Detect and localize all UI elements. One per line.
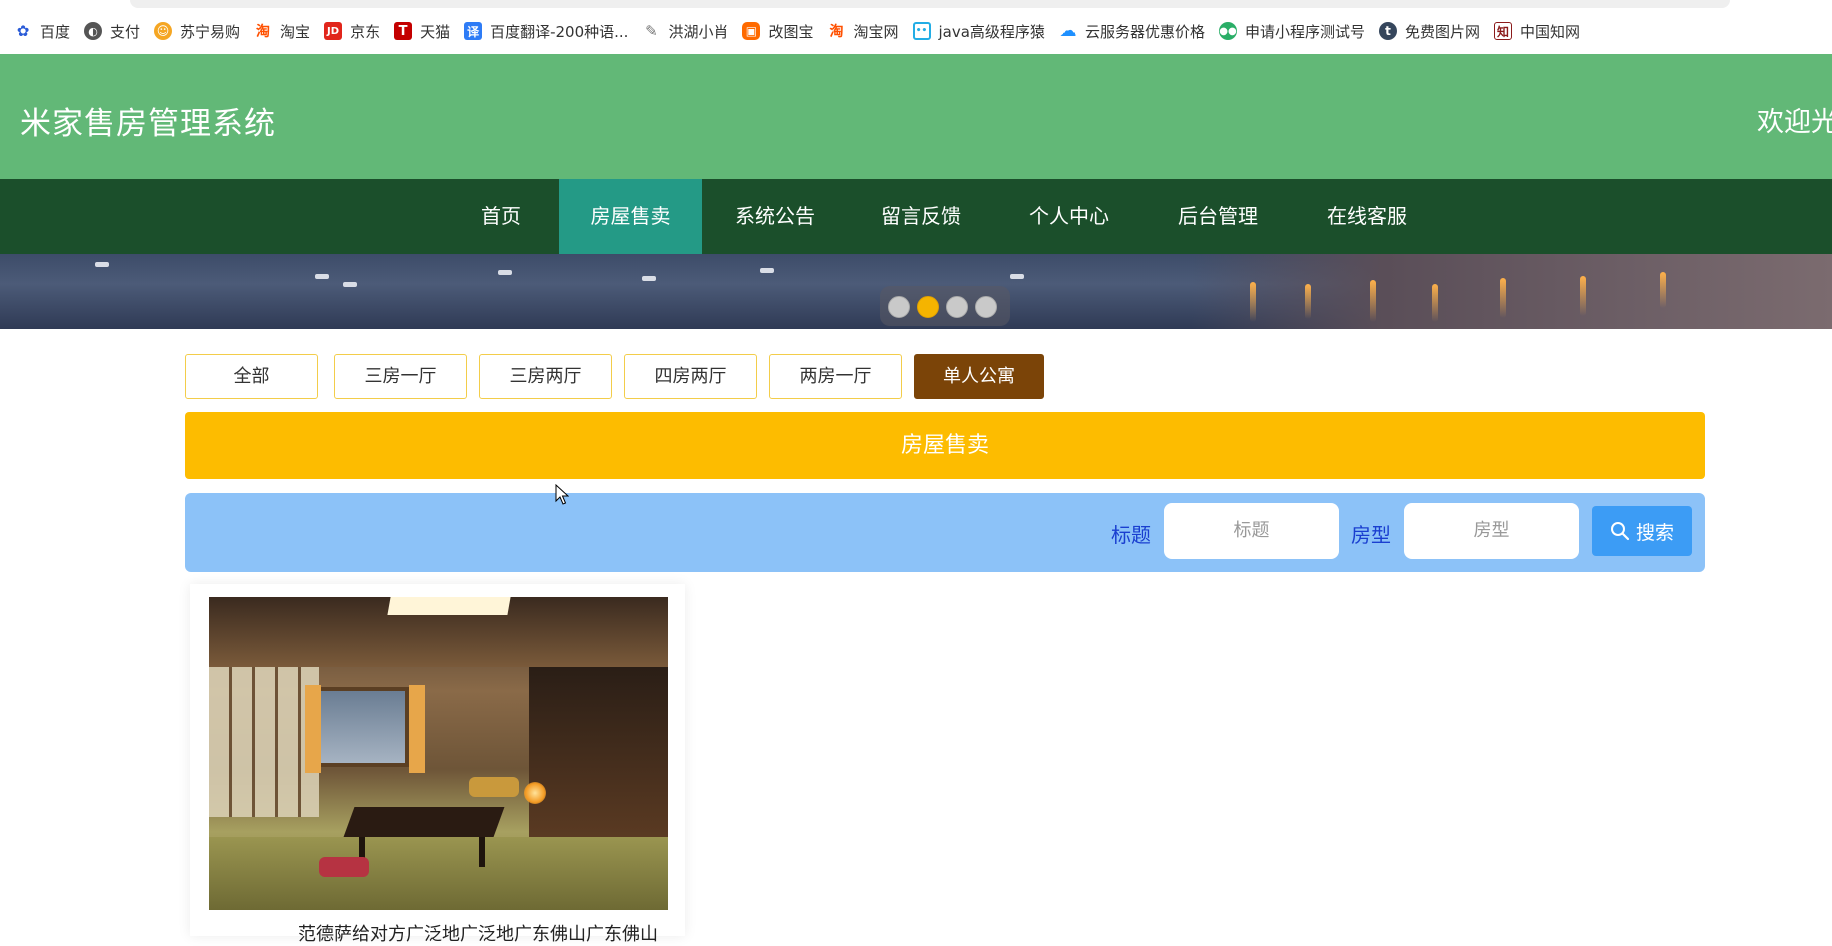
- title-search-label: 标题: [1111, 523, 1151, 547]
- carousel-dot-4[interactable]: [975, 296, 997, 318]
- bookmark-baidu[interactable]: ✿ 百度: [10, 18, 80, 44]
- mouse-cursor-icon: [555, 484, 569, 505]
- carousel-dot-2[interactable]: [917, 296, 939, 318]
- banner-light-reflection: [1580, 276, 1586, 316]
- title-search-input[interactable]: 标题: [1164, 503, 1339, 559]
- banner-light-reflection: [1500, 278, 1506, 318]
- search-button[interactable]: 搜索: [1592, 506, 1692, 556]
- carousel-dot-3[interactable]: [946, 296, 968, 318]
- bookmark-honghu[interactable]: ✎ 洪湖小肖: [638, 18, 738, 44]
- nav-profile[interactable]: 个人中心: [1014, 179, 1124, 254]
- nav-house-sale[interactable]: 房屋售卖: [559, 179, 702, 254]
- baidu-paw-icon: ✿: [16, 22, 30, 40]
- search-icon: [1610, 522, 1630, 541]
- bookmarks-bar: ✿ 百度 ◐ 支付 ☺ 苏宁易购 淘淘宝 JD 京东 T 天猫 译百度翻译-200种语..…: [10, 18, 1590, 44]
- category-four-bed-two-hall[interactable]: 四房两厅: [624, 354, 757, 399]
- photo-ceiling-light: [387, 597, 511, 615]
- nav-home[interactable]: 首页: [464, 179, 538, 254]
- bookmark-cloud-server[interactable]: ☁ 云服务器优惠价格: [1055, 18, 1215, 44]
- carousel-banner[interactable]: [0, 254, 1832, 329]
- search-bar: 标题 标题 房型 房型 搜索: [185, 493, 1705, 572]
- banner-boat: [498, 270, 512, 275]
- nav-feedback[interactable]: 留言反馈: [866, 179, 976, 254]
- bookmark-jd[interactable]: JD 京东: [320, 18, 390, 44]
- banner-boat: [315, 274, 329, 279]
- bookmark-baidu-translate[interactable]: 译百度翻译-200种语...: [460, 18, 638, 44]
- bookmark-mini-program[interactable]: ●● 申请小程序测试号: [1215, 18, 1375, 44]
- photo-cushion: [469, 777, 519, 797]
- banner-boat: [760, 268, 774, 273]
- banner-boat: [1010, 274, 1024, 279]
- jd-icon: JD: [324, 22, 343, 40]
- bookmark-gaitubao[interactable]: ▣ 改图宝: [738, 18, 823, 44]
- tmall-icon: T: [394, 22, 413, 40]
- site-header: 米家售房管理系统 欢迎光: [0, 54, 1832, 179]
- globe-icon: ◐: [84, 22, 103, 40]
- banner-boat: [343, 282, 357, 287]
- search-button-label: 搜索: [1635, 521, 1674, 544]
- type-search-label: 房型: [1351, 523, 1391, 547]
- banner-shoreline: [1192, 254, 1832, 329]
- nav-admin[interactable]: 后台管理: [1163, 179, 1273, 254]
- bookmark-taobao-net[interactable]: 淘淘宝网: [823, 18, 908, 44]
- banner-light-reflection: [1370, 280, 1376, 322]
- photo-window: [309, 687, 409, 767]
- wechat-icon: ●●: [1218, 22, 1237, 40]
- banner-light-reflection: [1305, 284, 1311, 319]
- bookmark-suning[interactable]: ☺ 苏宁易购: [150, 18, 250, 44]
- photo-table-leg: [479, 837, 485, 867]
- cnki-icon: 知: [1493, 22, 1512, 40]
- banner-boat: [95, 262, 109, 267]
- cloud-icon: ☁: [1059, 21, 1077, 41]
- banner-light-reflection: [1660, 272, 1666, 308]
- bookmark-java[interactable]: •• java高级程序猿: [909, 18, 1055, 44]
- feather-icon: ✎: [645, 22, 658, 40]
- category-two-bed-one-hall[interactable]: 两房一厅: [769, 354, 902, 399]
- bookmark-taobao[interactable]: 淘淘宝: [250, 18, 320, 44]
- browser-bookmarks-area: ✿ 百度 ◐ 支付 ☺ 苏宁易购 淘淘宝 JD 京东 T 天猫 译百度翻译-200种语..…: [0, 0, 1832, 54]
- carousel-dot-1[interactable]: [888, 296, 910, 318]
- gaitubao-icon: ▣: [742, 22, 761, 40]
- photo-curtain: [305, 685, 321, 773]
- photo-shoji-screen: [209, 667, 319, 817]
- category-all[interactable]: 全部: [185, 354, 318, 399]
- nav-customer-service[interactable]: 在线客服: [1312, 179, 1422, 254]
- banner-light-reflection: [1432, 284, 1438, 322]
- carousel-indicators: [880, 286, 1010, 326]
- listing-photo[interactable]: [209, 597, 668, 910]
- tumblr-icon: t: [1378, 22, 1397, 40]
- taobao-icon: 淘: [256, 24, 271, 40]
- photo-lamp: [524, 782, 546, 804]
- main-nav: 首页 房屋售卖 系统公告 留言反馈 个人中心 后台管理 在线客服: [0, 179, 1832, 254]
- category-single-apartment[interactable]: 单人公寓: [914, 354, 1044, 399]
- nav-announcements[interactable]: 系统公告: [720, 179, 830, 254]
- bookmark-cnki[interactable]: 知中国知网: [1490, 18, 1590, 44]
- section-title-bar: 房屋售卖: [185, 412, 1705, 479]
- photo-curtain: [409, 685, 425, 773]
- taobao-icon: 淘: [829, 24, 844, 40]
- photo-alcove: [529, 667, 668, 837]
- bilibili-icon: ••: [912, 22, 931, 40]
- category-three-bed-one-hall[interactable]: 三房一厅: [334, 354, 467, 399]
- welcome-text: 欢迎光: [1757, 107, 1832, 138]
- photo-tatami-floor: [209, 837, 668, 910]
- category-three-bed-two-hall[interactable]: 三房两厅: [479, 354, 612, 399]
- bookmark-pay[interactable]: ◐ 支付: [80, 18, 150, 44]
- photo-cushion: [319, 857, 369, 877]
- listing-card[interactable]: 范德萨给对方广泛地广泛地广东佛山广东佛山: [190, 584, 685, 945]
- translate-icon: 译: [464, 22, 483, 40]
- banner-boat: [642, 276, 656, 281]
- banner-light-reflection: [1250, 282, 1256, 322]
- listing-title[interactable]: 范德萨给对方广泛地广泛地广东佛山广东佛山: [298, 920, 678, 946]
- site-title: 米家售房管理系统: [20, 106, 276, 142]
- bookmark-free-images[interactable]: t 免费图片网: [1375, 18, 1490, 44]
- suning-lion-icon: ☺: [154, 22, 173, 40]
- bookmark-tmall[interactable]: T 天猫: [390, 18, 460, 44]
- address-bar-edge: [130, 0, 1730, 8]
- type-search-input[interactable]: 房型: [1404, 503, 1579, 559]
- photo-low-table: [343, 807, 505, 837]
